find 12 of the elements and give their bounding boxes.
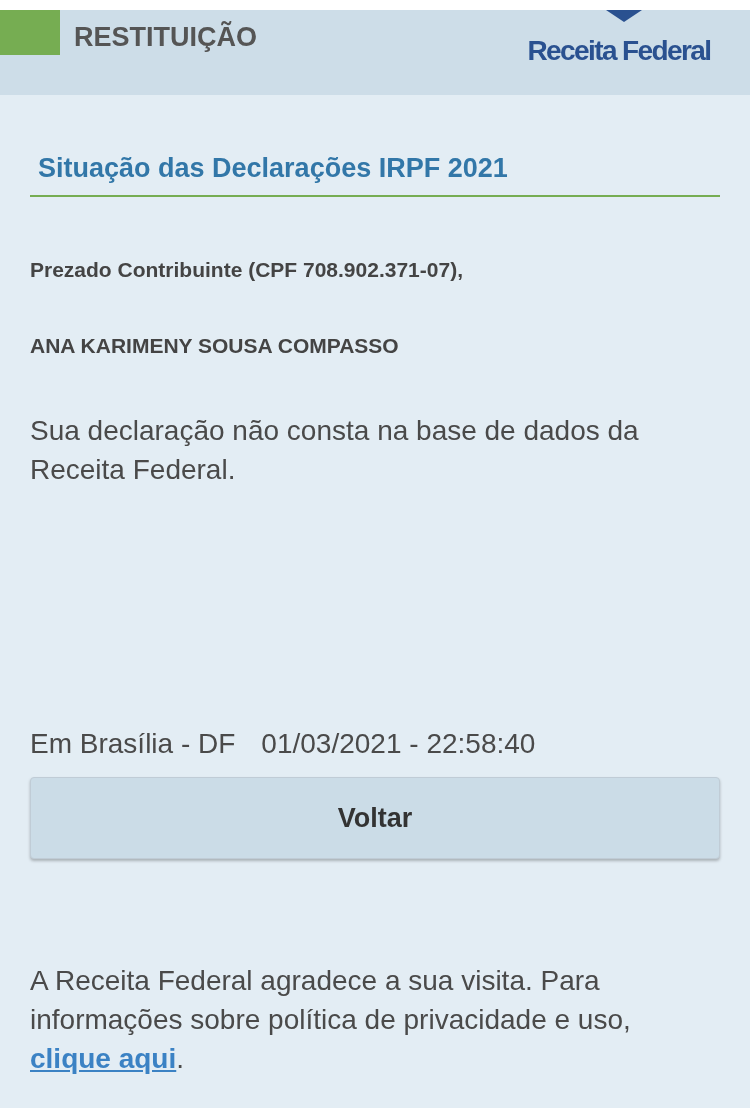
footer-text: A Receita Federal agradece a sua visita. Para informações sobre política de privacidade e uso, clique aqui. [30,964,632,1076]
triangle-icon [606,10,642,22]
taxpayer-name: ANA KARIMENY SOUSA COMPASSO [30,333,400,359]
section-title: RESTITUIÇÃO [74,20,257,54]
message-text: Sua declaração não consta na base de dados da Receita Federal. [30,414,640,487]
timestamp-text: 01/03/2021 - 22:58:40 [261,727,536,761]
page-title: Situação das Declarações IRPF 2021 [38,152,509,185]
location-text: Em Brasília - DF [30,727,236,761]
back-button[interactable]: Voltar [30,777,720,859]
accent-block [0,10,60,55]
logo: Receita Federal [514,10,724,66]
greeting-text: Prezado Contribuinte (CPF 708.902.371-07), [30,257,464,283]
